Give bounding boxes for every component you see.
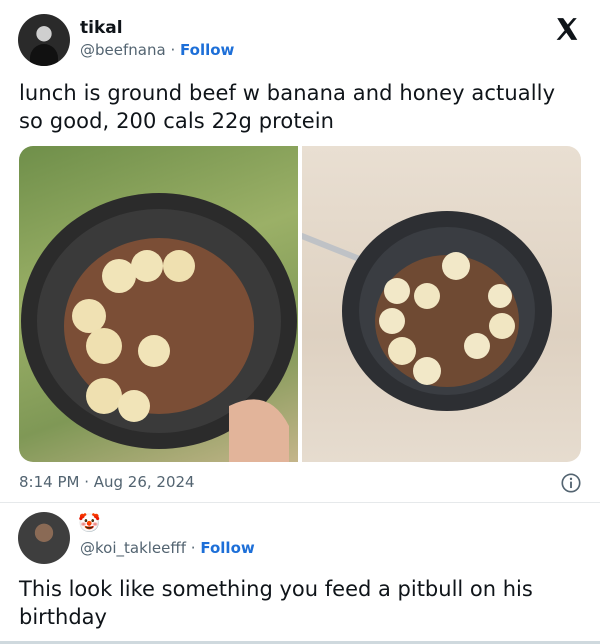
tweet-timestamp[interactable]: 8:14 PM · Aug 26, 2024 bbox=[19, 473, 195, 491]
tweet-media[interactable] bbox=[19, 146, 581, 462]
author-handle-line: @beefnana · Follow bbox=[80, 41, 234, 59]
bowl-illustration-right bbox=[299, 211, 552, 411]
author-avatar[interactable] bbox=[18, 14, 70, 66]
reply-text: This look like something you feed a pitb… bbox=[19, 577, 533, 629]
photo-bowl-grass[interactable] bbox=[19, 146, 298, 462]
follow-button[interactable]: Follow bbox=[180, 41, 234, 59]
reply-follow-button[interactable]: Follow bbox=[200, 539, 254, 557]
reply-author-avatar[interactable] bbox=[18, 512, 70, 564]
photo-bowl-table[interactable] bbox=[299, 146, 581, 462]
author-display-name[interactable]: tikal bbox=[80, 18, 123, 38]
handle-separator: · bbox=[170, 41, 176, 59]
author-handle[interactable]: @beefnana bbox=[80, 41, 166, 59]
reply-handle-line: @koi_takleefff · Follow bbox=[80, 539, 255, 557]
x-logo-icon[interactable] bbox=[554, 16, 580, 42]
info-icon[interactable] bbox=[560, 472, 582, 494]
reply-handle-separator: · bbox=[190, 539, 196, 557]
reply-emoji: 🤡 bbox=[78, 513, 101, 534]
reply-handle[interactable]: @koi_takleefff bbox=[80, 539, 186, 557]
section-divider bbox=[0, 502, 600, 503]
bowl-illustration-left bbox=[21, 193, 297, 462]
tweet-text: lunch is ground beef w banana and honey … bbox=[19, 81, 556, 133]
